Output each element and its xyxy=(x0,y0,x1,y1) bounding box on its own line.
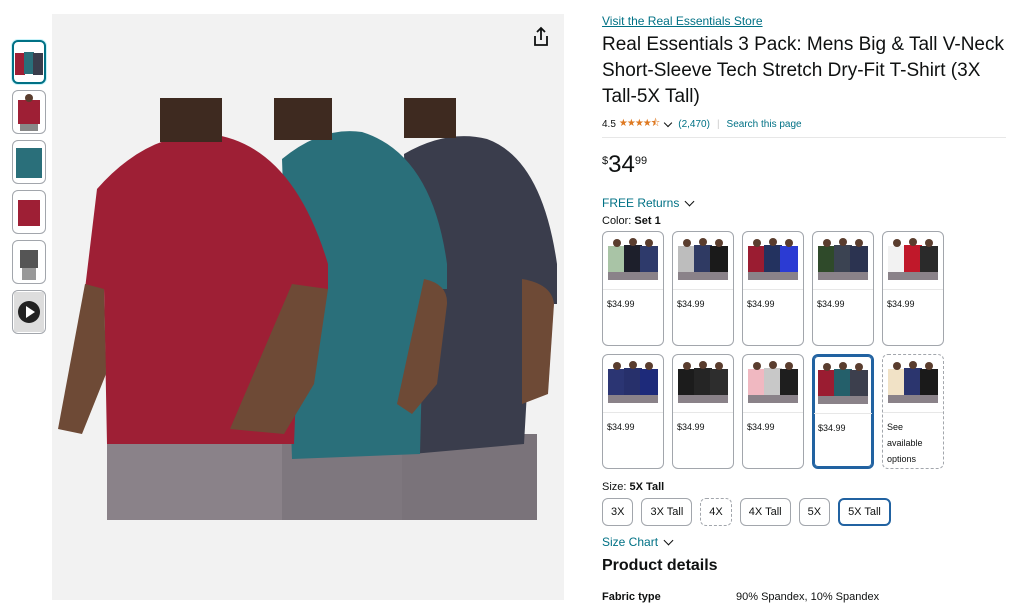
color-swatch[interactable]: $34.99 xyxy=(672,354,734,469)
thumbnail-2[interactable] xyxy=(12,90,46,134)
main-product-image[interactable] xyxy=(52,14,564,600)
color-selected-value: Set 1 xyxy=(634,215,661,227)
product-details-table: Fabric type90% Spandex, 10% SpandexCare … xyxy=(602,591,1006,612)
price: $ 34 99 xyxy=(602,152,1006,178)
swatch-image xyxy=(883,355,943,413)
color-swatch[interactable]: $34.99 xyxy=(882,231,944,346)
color-swatch[interactable]: $34.99 xyxy=(742,231,804,346)
ratings-count-link[interactable]: (2,470) xyxy=(678,119,710,130)
swatch-image xyxy=(883,232,943,290)
size-label-text: Size: xyxy=(602,481,627,493)
size-option[interactable]: 3X xyxy=(602,498,634,526)
color-swatch[interactable]: $34.99 xyxy=(672,231,734,346)
size-option[interactable]: 4X Tall xyxy=(739,498,791,526)
rating-value: 4.5 xyxy=(602,119,616,130)
color-swatch[interactable]: $34.99 xyxy=(742,354,804,469)
thumbnail-5[interactable] xyxy=(12,240,46,284)
product-title: Real Essentials 3 Pack: Mens Big & Tall … xyxy=(602,34,1004,107)
product-info: Visit the Real Essentials Store Real Ess… xyxy=(602,14,1006,612)
free-returns-link[interactable]: FREE Returns xyxy=(602,196,1006,210)
share-icon[interactable] xyxy=(530,26,554,50)
chevron-down-icon xyxy=(684,196,695,206)
swatch-price: $34.99 xyxy=(747,422,775,432)
search-this-page-link[interactable]: Search this page xyxy=(727,119,802,130)
details-key: Fabric type xyxy=(602,591,661,603)
swatch-image xyxy=(743,355,803,413)
swatch-price: $34.99 xyxy=(607,299,635,309)
swatch-image xyxy=(814,356,872,414)
size-chart-label: Size Chart xyxy=(602,535,659,549)
size-option[interactable]: 5X Tall xyxy=(838,498,891,526)
swatch-image xyxy=(603,355,663,413)
swatch-price: $34.99 xyxy=(818,423,846,433)
swatch-image xyxy=(673,232,733,290)
price-whole: 34 xyxy=(608,151,635,178)
thumbnail-3[interactable] xyxy=(12,140,46,184)
thumbnail-1[interactable] xyxy=(12,40,46,84)
star-rating-icon[interactable]: ★★★★⯪ xyxy=(619,116,660,133)
swatch-price: $34.99 xyxy=(677,299,705,309)
size-label: Size: 5X Tall xyxy=(602,481,1006,493)
swatch-image xyxy=(813,232,873,290)
size-option[interactable]: 3X Tall xyxy=(641,498,693,526)
swatch-price: $34.99 xyxy=(817,299,845,309)
image-thumbnails xyxy=(12,40,48,340)
size-selected-value: 5X Tall xyxy=(629,481,665,493)
color-swatch[interactable]: $34.99 xyxy=(812,231,874,346)
color-label-text: Color: xyxy=(602,215,632,227)
store-link[interactable]: Visit the Real Essentials Store xyxy=(602,14,1006,28)
thumbnail-video[interactable] xyxy=(12,290,46,334)
rating-row: 4.5 ★★★★⯪ (2,470) | Search this page xyxy=(602,116,1006,138)
color-swatches: $34.99 $34.99 $34.99 $34.99 $34.99 $34.99 $34.… xyxy=(602,231,1006,469)
swatch-image xyxy=(603,232,663,290)
size-chart-link[interactable]: Size Chart xyxy=(602,535,1006,549)
product-details-title: Product details xyxy=(602,557,718,574)
size-options: 3X 3X Tall 4X 4X Tall 5X 5X Tall xyxy=(602,498,1006,526)
swatch-price: $34.99 xyxy=(677,422,705,432)
swatch-price: See available options xyxy=(887,422,923,464)
swatch-image xyxy=(743,232,803,290)
color-swatch[interactable]: See available options xyxy=(882,354,944,469)
swatch-price: $34.99 xyxy=(747,299,775,309)
color-swatch[interactable]: $34.99 xyxy=(812,354,874,469)
divider: | xyxy=(716,119,720,130)
swatch-price: $34.99 xyxy=(887,299,915,309)
swatch-price: $34.99 xyxy=(607,422,635,432)
chevron-down-icon[interactable] xyxy=(664,118,673,128)
price-fraction: 99 xyxy=(634,155,648,167)
chevron-down-icon xyxy=(663,535,674,545)
color-label: Color: Set 1 xyxy=(602,215,1006,227)
swatch-image xyxy=(673,355,733,413)
size-option[interactable]: 4X xyxy=(700,498,732,526)
color-swatch[interactable]: $34.99 xyxy=(602,231,664,346)
thumbnail-4[interactable] xyxy=(12,190,46,234)
color-swatch[interactable]: $34.99 xyxy=(602,354,664,469)
free-returns-label: FREE Returns xyxy=(602,196,680,210)
size-option[interactable]: 5X xyxy=(798,498,831,526)
details-value: 90% Spandex, 10% Spandex xyxy=(736,591,880,603)
details-row: Fabric type 90% Spandex, 10% Spandex xyxy=(602,591,1006,603)
